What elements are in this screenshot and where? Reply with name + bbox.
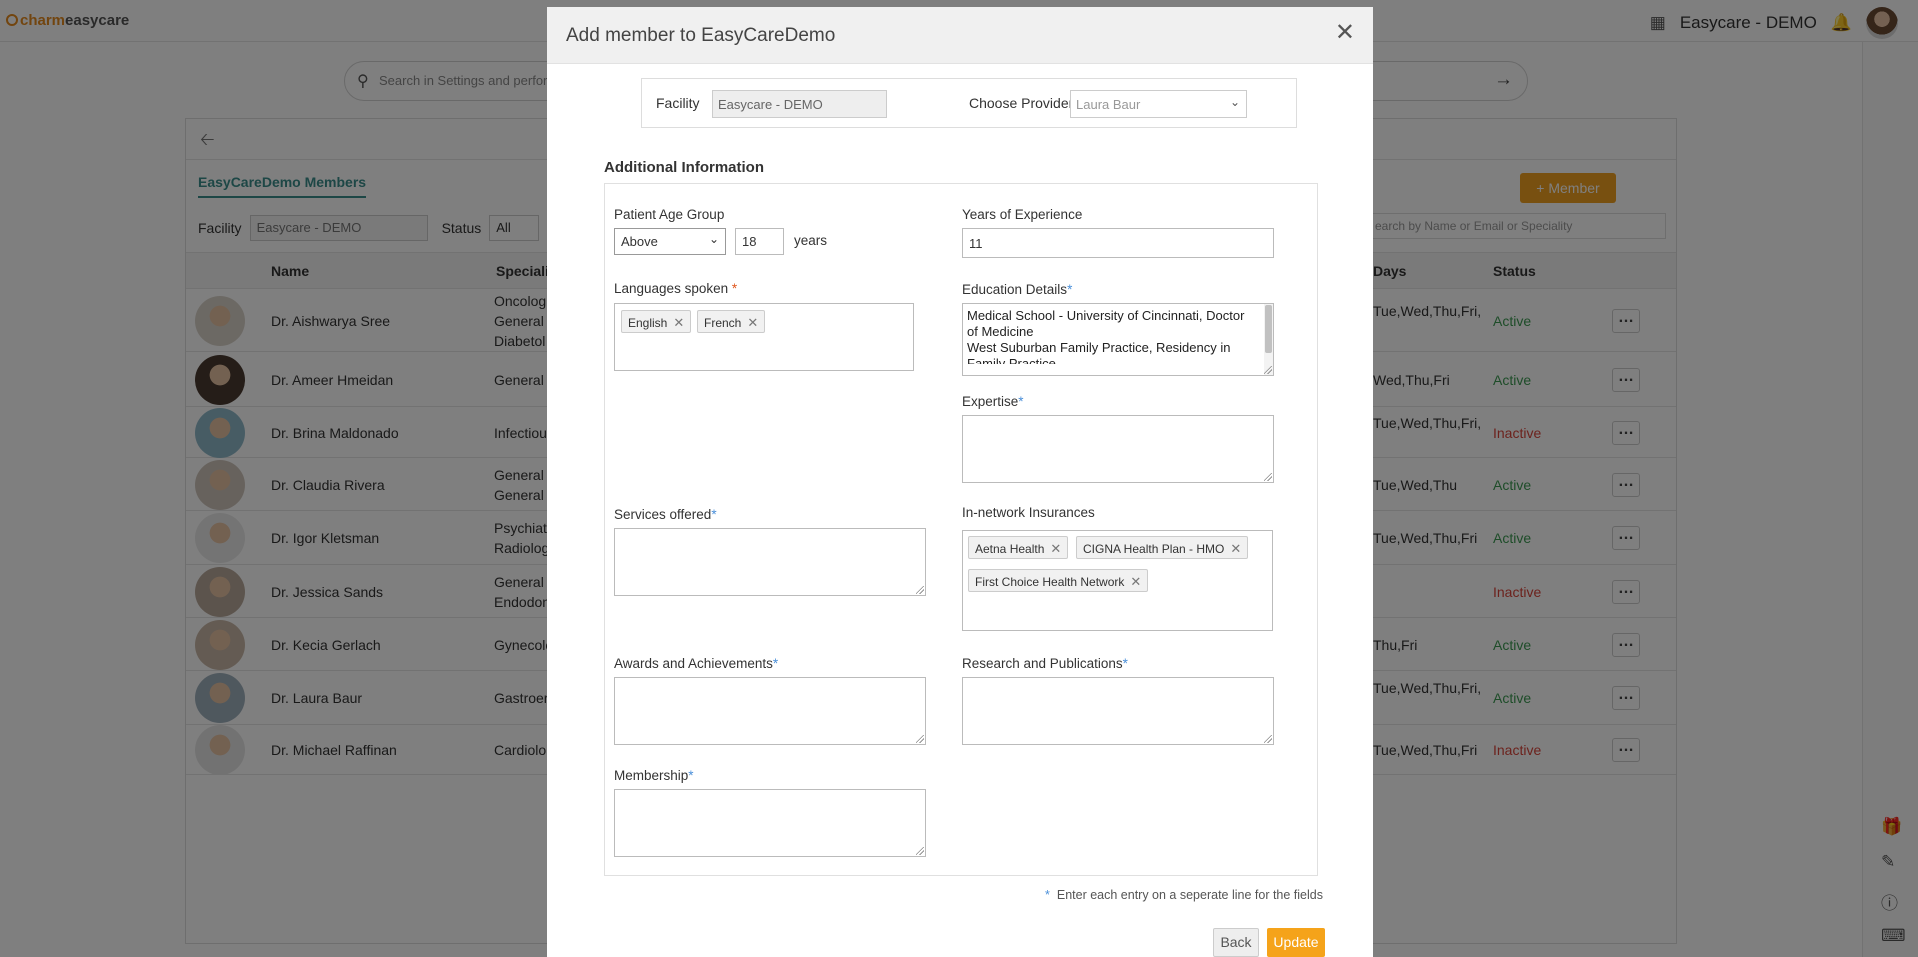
research-label: Research and Publications* <box>962 656 1128 671</box>
resize-grip-icon[interactable] <box>916 847 924 855</box>
required-mark: * <box>1045 888 1050 902</box>
age-input[interactable]: 18 <box>735 228 784 255</box>
insurance-tag-label: First Choice Health Network <box>975 575 1125 589</box>
section-title: Additional Information <box>604 159 764 176</box>
chevron-down-icon: ⌄ <box>708 232 719 246</box>
education-label: Education Details* <box>962 282 1072 297</box>
provider-label: Choose Provider <box>969 95 1074 111</box>
awards-label-text: Awards and Achievements <box>614 656 773 671</box>
education-textarea[interactable]: Medical School - University of Cincinnat… <box>962 303 1274 376</box>
age-group-value: Above <box>621 234 658 249</box>
languages-label-text: Languages spoken <box>614 281 729 296</box>
research-textarea[interactable] <box>962 677 1274 745</box>
education-scrollbar[interactable] <box>1264 304 1273 375</box>
add-member-modal: Add member to EasyCareDemo ✕ Facility Ea… <box>547 7 1373 957</box>
remove-tag-icon[interactable]: ✕ <box>1230 541 1241 556</box>
education-value: Medical School - University of Cincinnat… <box>967 308 1245 364</box>
awards-label: Awards and Achievements* <box>614 656 778 671</box>
remove-tag-icon[interactable]: ✕ <box>747 315 758 330</box>
insurances-multiselect[interactable]: Aetna Health ✕ CIGNA Health Plan - HMO ✕ F… <box>962 530 1273 631</box>
membership-label-text: Membership <box>614 768 689 783</box>
services-label-text: Services offered <box>614 507 712 522</box>
membership-textarea[interactable] <box>614 789 926 857</box>
modal-title: Add member to EasyCareDemo <box>566 25 836 46</box>
required-mark: * <box>731 281 738 296</box>
required-mark: * <box>1018 394 1024 409</box>
expertise-textarea[interactable] <box>962 415 1274 483</box>
experience-label: Years of Experience <box>962 207 1083 222</box>
language-tag-label: French <box>704 316 742 330</box>
chevron-down-icon: ⌄ <box>1229 95 1240 109</box>
required-mark: * <box>688 768 694 783</box>
required-mark: * <box>1122 656 1128 671</box>
provider-value: Laura Baur <box>1076 97 1141 112</box>
facility-field: Easycare - DEMO <box>712 90 887 118</box>
expertise-label-text: Expertise <box>962 394 1019 409</box>
insurance-tag: CIGNA Health Plan - HMO ✕ <box>1076 536 1249 559</box>
close-icon[interactable]: ✕ <box>1335 21 1355 45</box>
resize-grip-icon[interactable] <box>1264 473 1272 481</box>
language-tag-label: English <box>628 316 668 330</box>
field-note: * Enter each entry on a seperate line fo… <box>1045 888 1323 902</box>
languages-label: Languages spoken * <box>614 281 737 296</box>
age-group-label: Patient Age Group <box>614 207 725 222</box>
services-textarea[interactable] <box>614 528 926 596</box>
insurance-tag-label: Aetna Health <box>975 542 1045 556</box>
insurance-tag: Aetna Health ✕ <box>968 536 1069 559</box>
required-mark: * <box>1067 282 1073 297</box>
required-mark: * <box>711 507 717 522</box>
facility-provider-box: Facility Easycare - DEMO Choose Provider… <box>641 78 1297 128</box>
resize-grip-icon[interactable] <box>1264 366 1272 374</box>
education-label-text: Education Details <box>962 282 1068 297</box>
insurance-tag-label: CIGNA Health Plan - HMO <box>1083 542 1225 556</box>
remove-tag-icon[interactable]: ✕ <box>1050 541 1061 556</box>
awards-textarea[interactable] <box>614 677 926 745</box>
resize-grip-icon[interactable] <box>916 735 924 743</box>
resize-grip-icon[interactable] <box>1264 735 1272 743</box>
back-button[interactable]: Back <box>1213 928 1259 957</box>
provider-select[interactable]: Laura Baur ⌄ <box>1070 90 1247 118</box>
research-label-text: Research and Publications <box>962 656 1123 671</box>
language-tag: English ✕ <box>621 310 692 333</box>
age-unit-label: years <box>794 233 828 248</box>
required-mark: * <box>772 656 779 671</box>
remove-tag-icon[interactable]: ✕ <box>1130 574 1141 589</box>
age-group-select[interactable]: Above ⌄ <box>614 228 726 255</box>
language-tag: French ✕ <box>697 310 766 333</box>
expertise-label: Expertise* <box>962 394 1024 409</box>
membership-label: Membership* <box>614 768 694 783</box>
remove-tag-icon[interactable]: ✕ <box>673 315 684 330</box>
insurances-label: In-network Insurances <box>962 505 1095 520</box>
services-label: Services offered* <box>614 507 717 522</box>
field-note-text: Enter each entry on a seperate line for … <box>1056 888 1323 902</box>
scroll-thumb[interactable] <box>1265 305 1272 353</box>
facility-label: Facility <box>656 95 700 111</box>
languages-multiselect[interactable]: English ✕ French ✕ <box>614 303 914 371</box>
experience-input[interactable]: 11 <box>962 228 1274 258</box>
insurance-tag: First Choice Health Network ✕ <box>968 569 1149 592</box>
resize-grip-icon[interactable] <box>916 586 924 594</box>
modal-header: Add member to EasyCareDemo ✕ <box>547 7 1373 64</box>
update-button[interactable]: Update <box>1267 928 1325 957</box>
